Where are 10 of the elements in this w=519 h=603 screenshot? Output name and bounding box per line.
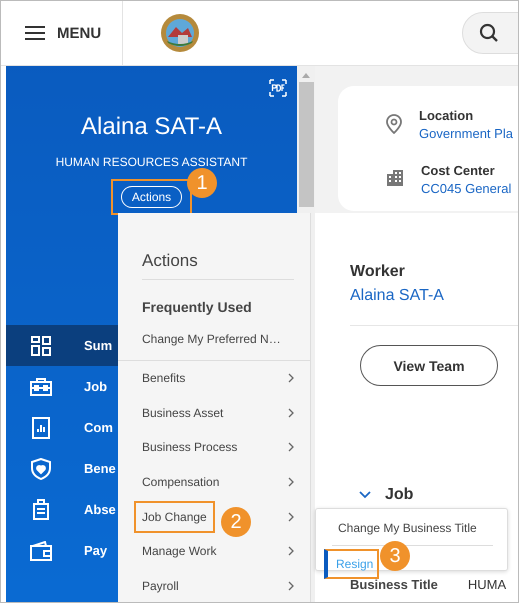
worker-name: Alaina SAT-A [81, 113, 222, 141]
field-label: Cost Center [421, 163, 496, 178]
field-label: Business Title [350, 577, 438, 592]
worker-label: Worker [350, 263, 406, 281]
menu-title: Actions [142, 251, 199, 271]
section-title: Job [385, 486, 414, 504]
field-label: Location [419, 108, 474, 123]
menu-heading: Frequently Used [142, 299, 253, 315]
job-title: HUMAN RESOURCES ASSISTANT [56, 155, 248, 169]
field-value: HUMA [468, 577, 506, 592]
